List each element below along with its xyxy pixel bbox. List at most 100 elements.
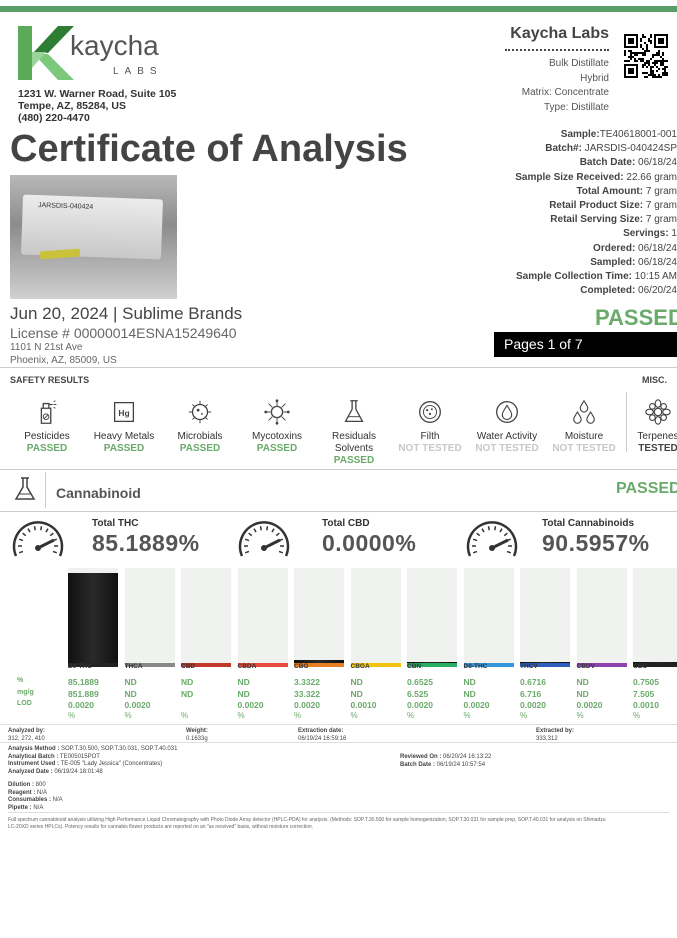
cannabinoid-bar — [294, 568, 344, 667]
top-accent-bar — [0, 6, 677, 12]
sample-detail-row: Ordered: 06/18/24 — [593, 242, 677, 254]
cannabinoid-cell-unit: % — [463, 711, 471, 720]
cannabinoid-cell-unit: % — [576, 711, 584, 720]
cannabinoid-cell-lod: 0.0020 — [68, 700, 94, 710]
sample-detail-row: Retail Serving Size: 7 gram — [550, 214, 677, 226]
cannabinoid-cell-lod: 0.0020 — [576, 700, 603, 710]
cannabinoid-cell-pct: 0.6716 — [520, 677, 546, 687]
safety-item-status: PASSED — [26, 443, 68, 454]
cannabinoid-cell-unit: % — [181, 711, 189, 720]
cannabinoid-flask-icon — [10, 474, 40, 504]
cannabinoid-heading: Cannabinoid — [56, 485, 141, 501]
flask-icon — [316, 397, 392, 427]
cannabinoid-cell-mg: 33.322 — [294, 689, 320, 699]
safety-item-residuals-solvents: Residuals Solvents PASSED — [316, 397, 392, 467]
cannabinoid-bar — [633, 568, 677, 667]
cannabinoid-cell-pct: ND — [576, 677, 589, 687]
safety-item-pesticides: Pesticides PASSED — [9, 397, 85, 455]
cannabinoid-bar — [520, 568, 570, 667]
safety-item-name: Microbials — [177, 431, 223, 442]
safety-item-name: Moisture — [564, 431, 604, 442]
cannabinoid-cell-unit: % — [237, 711, 245, 720]
cannabinoid-name: THCV — [520, 663, 538, 670]
analyzed-by: Analyzed by: 312, 272, 410 — [8, 728, 46, 742]
review-details: Reviewed On : 06/20/24 16:13:22 Batch Da… — [400, 754, 492, 768]
cannabinoid-cell-mg: ND — [463, 689, 476, 699]
cannabinoid-bar — [576, 568, 627, 667]
cannabinoid-cell-lod: 0.0020 — [237, 700, 264, 710]
svg-text:Hg: Hg — [118, 408, 129, 418]
cannabinoid-bar — [68, 568, 118, 667]
pesticide-spray-icon — [9, 397, 85, 427]
weight: Weight: 0.1633g — [186, 728, 208, 742]
dotted-divider — [505, 49, 609, 51]
lab-address: 1231 W. Warner Road, Suite 105 Tempe, AZ… — [18, 88, 177, 124]
sample-detail-row: Sampled: 06/18/24 — [590, 256, 677, 268]
cannabinoid-cell-pct: ND — [237, 677, 250, 687]
cannabinoid-cell-mg: 7.505 — [633, 689, 655, 699]
safety-item-name: Filth — [420, 431, 440, 442]
safety-item-filth: Filth NOT TESTED — [392, 397, 468, 455]
safety-item-status: PASSED — [179, 443, 221, 454]
heavy-metal-icon: Hg — [86, 397, 162, 427]
safety-item-heavy-metals: Hg Heavy Metals PASSED — [86, 397, 162, 455]
cannabinoid-cell-pct: ND — [124, 677, 137, 687]
cannabinoid-name: CBDV — [576, 663, 595, 670]
lab-name: Kaycha Labs — [510, 25, 609, 42]
logo-wordmark: kaycha — [70, 30, 159, 61]
cannabinoid-cell-pct: 3.3322 — [294, 677, 320, 687]
cannabinoid-cell-lod: 0.0010 — [350, 700, 377, 710]
misc-heading: MISC. — [642, 375, 668, 385]
cannabinoid-bar-fill — [68, 572, 118, 663]
sample-detail-row: Sample:TE40618001-001 — [560, 129, 677, 140]
safety-item-status: NOT TESTED — [398, 443, 462, 454]
gauge-icon — [234, 516, 294, 566]
safety-item-status: PASSED — [256, 443, 298, 454]
divider — [0, 511, 677, 512]
page-indicator: Pages 1 of 7 — [494, 332, 677, 357]
extraction-date: Extraction date: 06/19/24 16:59:16 — [298, 728, 347, 742]
safety-item-name: Mycotoxins — [251, 431, 302, 442]
sample-detail-row: Completed: 06/20/24 — [580, 285, 677, 297]
qr-code-icon[interactable] — [624, 34, 668, 78]
cannabinoid-name: CBD — [181, 663, 196, 670]
logo-subtext: LABS — [113, 66, 163, 77]
cannabinoid-cell-lod: 0.0020 — [520, 700, 546, 710]
safety-item-name: Terpenes — [637, 431, 677, 442]
cannabinoid-cell-mg: ND — [350, 689, 363, 699]
safety-item-name: Pesticides — [24, 431, 70, 442]
report-date-client: Jun 20, 2024 | Sublime Brands — [10, 304, 243, 323]
cannabinoid-name: D8-THC — [463, 663, 488, 670]
safety-item-name: Heavy Metals — [93, 431, 155, 442]
divider — [8, 812, 669, 813]
cannabinoid-name: CBC — [633, 663, 648, 670]
reagent-details: Dilution : 800 Reagent : N/A Consumables… — [8, 782, 63, 811]
total-cbd-value: 0.0000% — [322, 530, 417, 556]
sample-detail-row: Sample Collection Time: 10:15 AM — [516, 271, 677, 283]
cannabinoid-cell-mg: 6.525 — [407, 689, 429, 699]
cannabinoid-cell-mg: ND — [124, 689, 137, 699]
cannabinoid-name: CBGA — [350, 663, 370, 670]
row-label-percent: % — [17, 677, 24, 684]
water-drop-icon — [469, 397, 545, 427]
cannabinoid-cell-unit: % — [633, 711, 641, 720]
cannabinoid-name: D9-THC — [68, 663, 92, 670]
cannabinoid-cell-pct: ND — [350, 677, 363, 687]
cannabinoid-bar — [407, 568, 457, 667]
sample-detail-row: Sample Size Received: 22.66 gram — [515, 171, 677, 183]
safety-item-water-activity: Water Activity NOT TESTED — [469, 397, 545, 455]
total-thc-label: Total THC — [92, 518, 139, 529]
sample-details: Sample:TE40618001-001 Batch#: JARSDIS-040… — [477, 128, 677, 298]
cannabinoid-cell-unit: % — [124, 711, 132, 720]
cannabinoid-cell-mg: ND — [237, 689, 250, 699]
divider — [0, 367, 677, 368]
cannabinoid-cell-lod: 0.0010 — [633, 700, 659, 710]
safety-item-status: TESTED — [638, 443, 677, 454]
cannabinoid-cell-unit: % — [407, 711, 415, 720]
method-footnote: Full spectrum cannabinoid analysis utili… — [8, 817, 606, 830]
extracted-by: Extracted by: 333,312 — [536, 728, 575, 742]
cannabinoid-cell-unit: % — [520, 711, 528, 720]
vertical-divider — [45, 472, 46, 508]
cannabinoid-cell-unit: % — [350, 711, 358, 720]
safety-item-status: PASSED — [333, 455, 375, 466]
